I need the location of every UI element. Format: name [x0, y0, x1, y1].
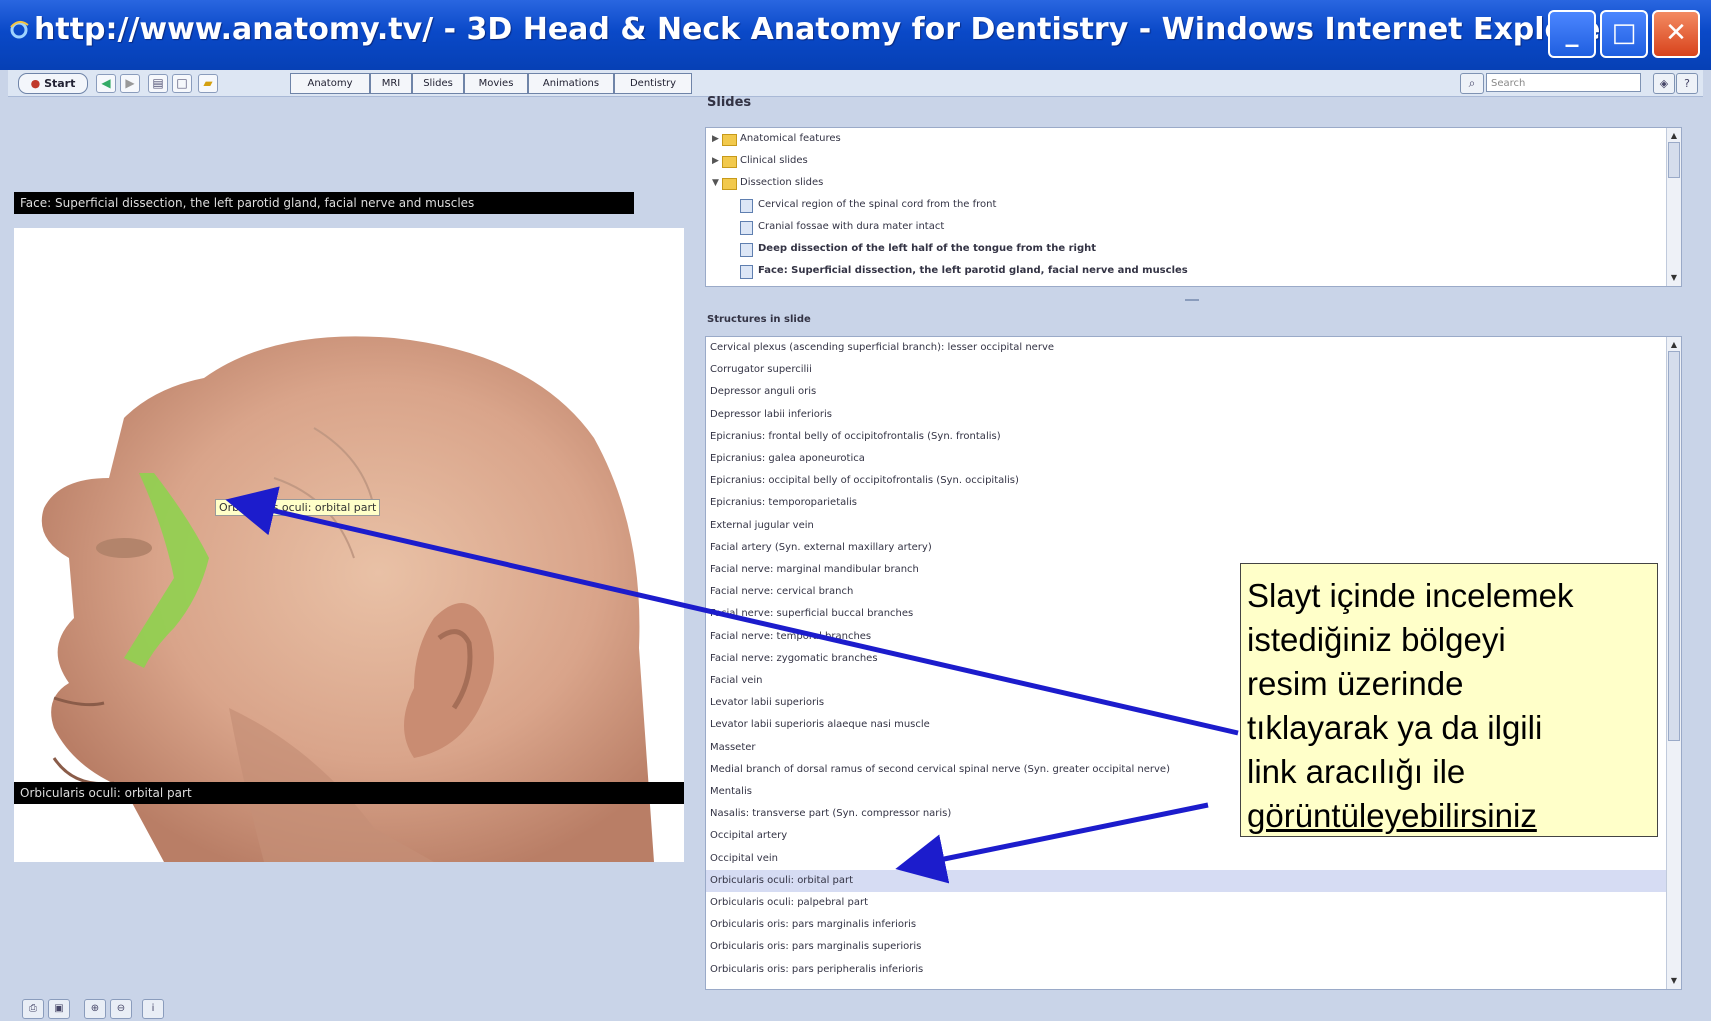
tab-movies[interactable]: Movies — [464, 73, 528, 94]
zoom-in-icon[interactable]: ⊕ — [84, 999, 106, 1019]
slide-item[interactable]: Cervical region of the spinal cord from … — [706, 194, 1666, 216]
window-title: http://www.anatomy.tv/ - 3D Head & Neck … — [34, 12, 1616, 47]
start-button[interactable]: ● Start — [18, 73, 88, 94]
expand-arrow-icon[interactable]: ▶ — [712, 128, 719, 150]
window-icon[interactable]: □ — [172, 74, 192, 93]
tab-anatomy[interactable]: Anatomy — [290, 73, 370, 94]
structure-hover-label: Orbicularis oculi: orbital part — [215, 499, 381, 516]
tab-animations[interactable]: Animations — [528, 73, 614, 94]
browser-window: http://www.anatomy.tv/ - 3D Head & Neck … — [0, 0, 1711, 1021]
instruction-callout: Slayt içinde incelemek istediğiniz bölge… — [1240, 563, 1658, 837]
structure-list-item[interactable]: Orbicularis oris: pars marginalis superi… — [706, 936, 1666, 958]
slide-item-current[interactable]: Face: Superficial dissection, the left p… — [706, 260, 1666, 282]
tab-dentistry[interactable]: Dentistry — [614, 73, 692, 94]
slides-panel-title: Slides — [707, 95, 752, 110]
scroll-down-icon[interactable]: ▼ — [1668, 975, 1680, 987]
app-toolbar: ● Start ◀ ▶ ▤ □ ▰ Anatomy MRI Slides Mov… — [8, 70, 1703, 97]
callout-line: görüntüleyebilirsiniz — [1247, 797, 1537, 834]
print-icon[interactable]: ⎙ — [22, 999, 44, 1019]
structure-list-item[interactable]: Depressor labii inferioris — [706, 404, 1666, 426]
scroll-up-icon[interactable]: ▲ — [1668, 339, 1680, 351]
callout-line: tıklayarak ya da ilgili — [1247, 709, 1543, 746]
structure-list-item[interactable]: Cervical plexus (ascending superficial b… — [706, 337, 1666, 359]
tree-folder-anatomical-features[interactable]: ▶ Anatomical features — [706, 128, 1666, 150]
title-bar: http://www.anatomy.tv/ - 3D Head & Neck … — [0, 0, 1711, 70]
callout-line: resim üzerinde — [1247, 665, 1464, 702]
structures-panel-title: Structures in slide — [707, 314, 811, 325]
scroll-down-icon[interactable]: ▼ — [1668, 272, 1680, 284]
structure-list-item[interactable]: Orbicularis oculi: palpebral part — [706, 892, 1666, 914]
panel-splitter[interactable] — [705, 296, 1680, 304]
close-button[interactable]: ✕ — [1652, 10, 1700, 58]
structure-list-item[interactable]: External jugular vein — [706, 515, 1666, 537]
structure-list-item[interactable]: Orbicularis oris: pars marginalis inferi… — [706, 914, 1666, 936]
slide-caption: Face: Superficial dissection, the left p… — [14, 192, 634, 214]
start-label: Start — [44, 77, 76, 90]
collapse-arrow-icon[interactable]: ▼ — [712, 172, 719, 194]
folder-icon — [722, 156, 737, 168]
tab-slides[interactable]: Slides — [412, 73, 464, 94]
structures-scrollbar[interactable]: ▲ ▼ — [1666, 337, 1681, 989]
structure-list-item[interactable]: Epicranius: occipital belly of occipitof… — [706, 470, 1666, 492]
info-icon[interactable]: i — [142, 999, 164, 1019]
slide-item[interactable]: Cranial fossae with dura mater intact — [706, 216, 1666, 238]
structure-list-item[interactable]: Orbicularis oculi: orbital part — [706, 869, 1666, 892]
search-input[interactable]: Search — [1486, 73, 1641, 92]
dissection-image[interactable] — [14, 228, 684, 862]
structure-list-item[interactable]: Epicranius: frontal belly of occipitofro… — [706, 426, 1666, 448]
save-icon[interactable]: ▣ — [48, 999, 70, 1019]
slide-item[interactable]: Deep dissection of the left half of the … — [706, 238, 1666, 260]
back-icon[interactable]: ◀ — [96, 74, 116, 93]
zoom-out-icon[interactable]: ⊖ — [110, 999, 132, 1019]
start-icon: ● — [30, 77, 41, 90]
slide-document-icon — [740, 243, 753, 257]
help-icon[interactable]: ? — [1676, 73, 1698, 94]
internet-explorer-icon — [10, 21, 29, 39]
structure-list-item[interactable]: Epicranius: temporoparietalis — [706, 492, 1666, 514]
tree-folder-label: Clinical slides — [740, 155, 808, 166]
slide-document-icon — [740, 199, 753, 213]
slide-item-label: Face: Superficial dissection, the left p… — [758, 265, 1188, 276]
page-icon[interactable]: ▤ — [148, 74, 168, 93]
maximize-button[interactable]: □ — [1600, 10, 1648, 58]
structure-list-item[interactable]: Depressor anguli oris — [706, 381, 1666, 403]
slide-document-icon — [740, 221, 753, 235]
scroll-thumb[interactable] — [1668, 351, 1680, 741]
scroll-up-icon[interactable]: ▲ — [1668, 130, 1680, 142]
tree-folder-label: Dissection slides — [740, 177, 824, 188]
head-dissection-illustration — [14, 228, 684, 862]
settings-icon[interactable]: ◈ — [1653, 73, 1675, 94]
search-icon[interactable]: ⌕ — [1460, 73, 1484, 94]
tree-folder-dissection-slides[interactable]: ▼ Dissection slides — [706, 172, 1666, 194]
folder-icon[interactable]: ▰ — [198, 74, 218, 93]
status-bar: ⎙ ▣ ⊕ ⊖ i — [8, 995, 1703, 1021]
tab-mri[interactable]: MRI — [370, 73, 412, 94]
structure-list-item[interactable]: Facial artery (Syn. external maxillary a… — [706, 537, 1666, 559]
minimize-button[interactable]: _ — [1548, 10, 1596, 58]
slide-document-icon — [740, 265, 753, 279]
callout-line: istediğiniz bölgeyi — [1247, 621, 1506, 658]
structure-list-item[interactable]: Orbicularis oris: pars peripheralis infe… — [706, 959, 1666, 981]
open-folder-icon — [722, 178, 737, 190]
forward-icon[interactable]: ▶ — [120, 74, 140, 93]
folder-icon — [722, 134, 737, 146]
slide-item-label: Cranial fossae with dura mater intact — [758, 221, 945, 232]
tree-folder-label: Anatomical features — [740, 133, 841, 144]
callout-line: Slayt içinde incelemek — [1247, 577, 1574, 614]
structure-list-item[interactable]: Epicranius: galea aponeurotica — [706, 448, 1666, 470]
slides-scrollbar[interactable]: ▲ ▼ — [1666, 128, 1681, 286]
structure-list-item[interactable]: Corrugator supercilii — [706, 359, 1666, 381]
slide-item-label: Deep dissection of the left half of the … — [758, 243, 1097, 254]
slides-tree: ▶ Anatomical features ▶ Clinical slides … — [705, 127, 1682, 287]
expand-arrow-icon[interactable]: ▶ — [712, 150, 719, 172]
slide-item-label: Cervical region of the spinal cord from … — [758, 199, 997, 210]
callout-line: link aracılığı ile — [1247, 753, 1466, 790]
tree-folder-clinical-slides[interactable]: ▶ Clinical slides — [706, 150, 1666, 172]
structure-caption: Orbicularis oculi: orbital part — [14, 782, 684, 804]
structure-list-item[interactable]: Occipital vein — [706, 848, 1666, 870]
scroll-thumb[interactable] — [1668, 142, 1680, 178]
